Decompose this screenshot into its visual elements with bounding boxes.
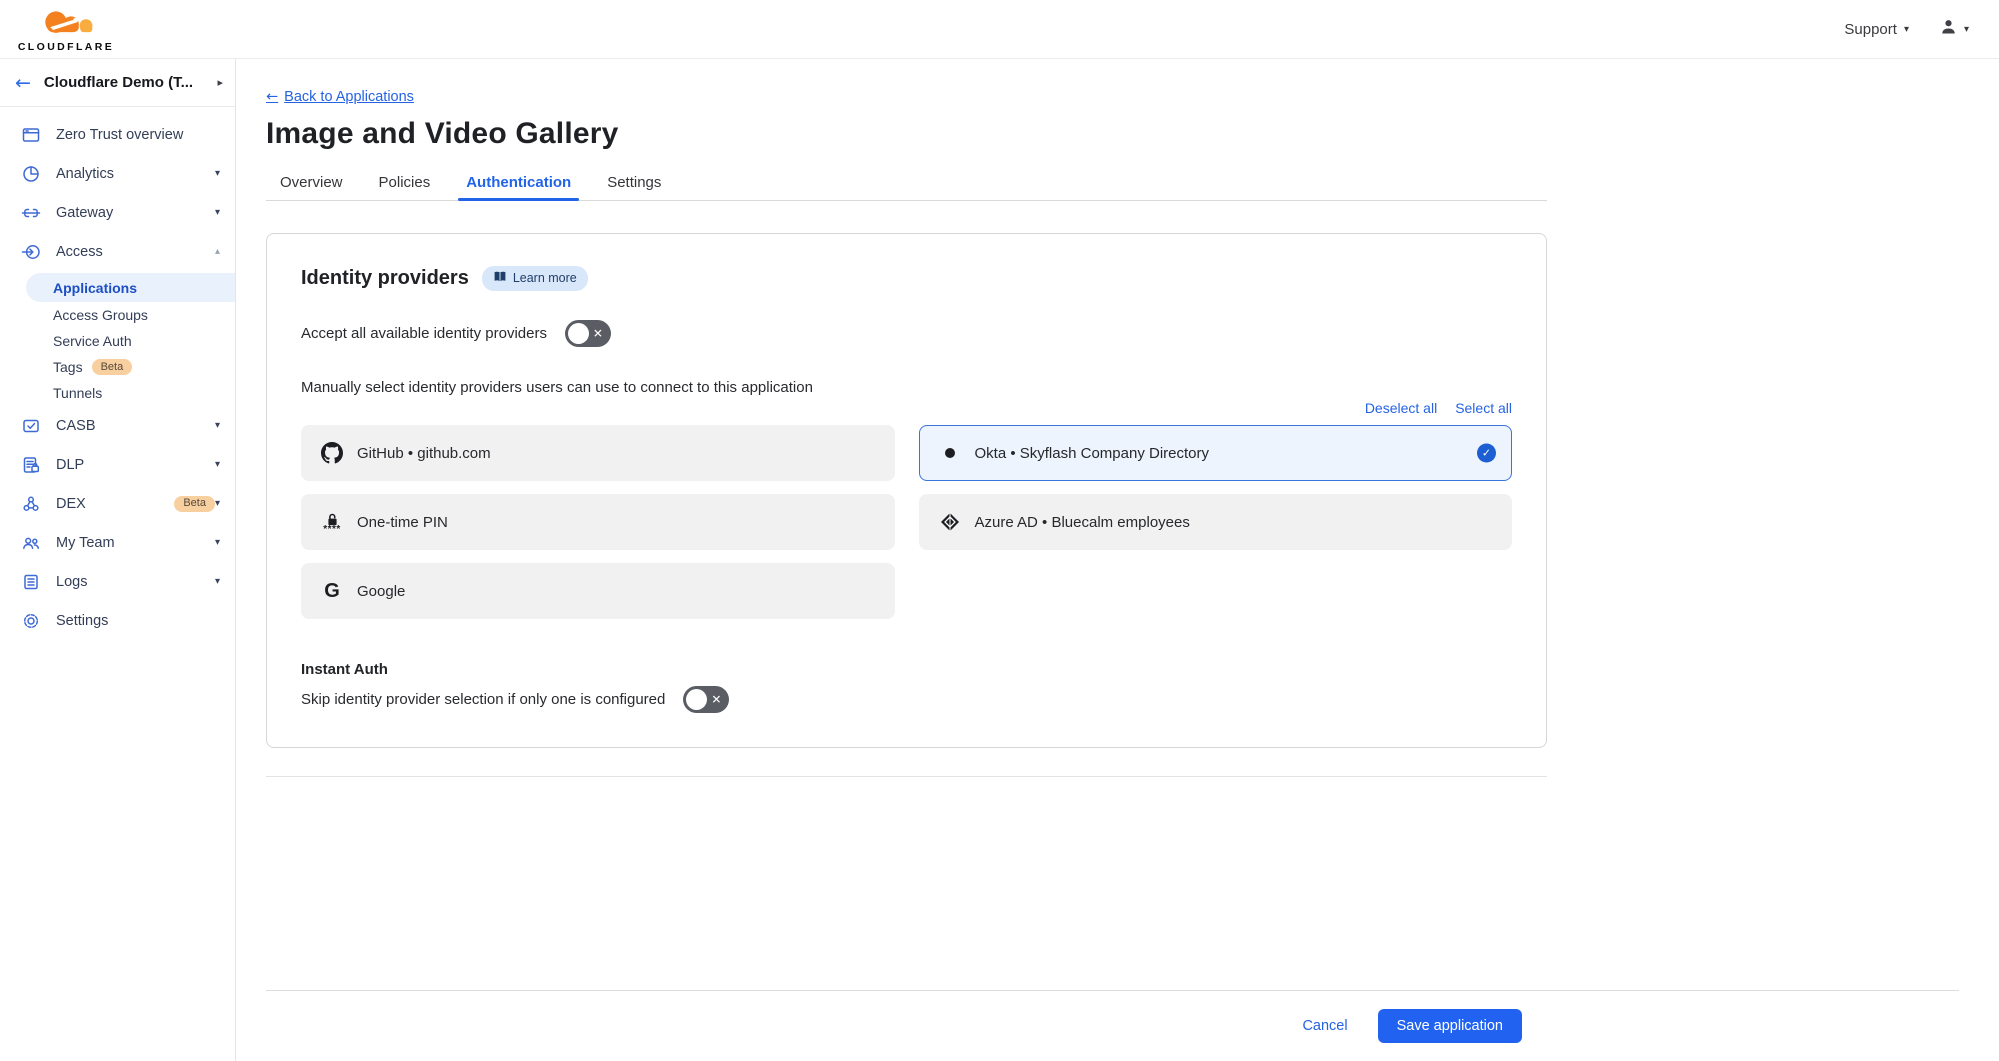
card-title: Identity providers (301, 267, 469, 290)
provider-azure-ad[interactable]: Azure AD • Bluecalm employees (919, 494, 1513, 550)
section-divider (266, 776, 1547, 777)
sidebar: ← Cloudflare Demo (T... ▸ Zero Trust ove… (0, 59, 236, 1061)
chevron-down-icon: ▾ (1964, 24, 1969, 35)
github-icon (320, 440, 344, 466)
sidebar-item-gateway[interactable]: Gateway ▾ (0, 193, 235, 232)
back-arrow-icon[interactable]: ← (15, 72, 31, 94)
provider-okta[interactable]: Okta • Skyflash Company Directory ✓ (919, 425, 1513, 481)
top-bar: CLOUDFLARE Support ▾ ▾ (0, 0, 1999, 59)
top-actions: Support ▾ ▾ (1844, 18, 1969, 41)
account-menu[interactable]: ▾ (1939, 18, 1969, 41)
chevron-down-icon[interactable]: ▾ (215, 207, 220, 218)
account-name[interactable]: Cloudflare Demo (T... (44, 74, 205, 91)
select-all-link[interactable]: Select all (1455, 400, 1512, 416)
azure-ad-icon (938, 509, 962, 535)
access-login-icon (21, 242, 43, 262)
main-content: ← Back to Applications Image and Video G… (236, 59, 1999, 1061)
accept-all-label: Accept all available identity providers (301, 325, 547, 342)
sidebar-item-applications[interactable]: Applications (26, 273, 235, 302)
chevron-down-icon[interactable]: ▾ (215, 537, 220, 548)
sidebar-item-settings[interactable]: Settings (0, 601, 235, 640)
sidebar-item-dex[interactable]: DEX Beta ▾ (0, 484, 235, 523)
one-time-pin-icon: **** (320, 509, 344, 535)
sidebar-item-access-groups[interactable]: Access Groups (0, 302, 235, 328)
pie-chart-icon (21, 164, 43, 184)
google-icon: G (320, 578, 344, 604)
cloudflare-cloud-icon (29, 5, 103, 40)
selected-check-icon: ✓ (1477, 444, 1496, 463)
casb-icon (21, 416, 43, 436)
back-to-applications-link[interactable]: ← Back to Applications (266, 89, 414, 105)
accept-all-toggle[interactable]: ✕ (565, 320, 611, 347)
sidebar-item-my-team[interactable]: My Team ▾ (0, 523, 235, 562)
cloudflare-logo[interactable]: CLOUDFLARE (14, 5, 118, 53)
tab-authentication[interactable]: Authentication (465, 168, 572, 200)
okta-icon (938, 440, 962, 466)
sidebar-item-tunnels[interactable]: Tunnels (0, 380, 235, 406)
learn-more-badge[interactable]: Learn more (482, 266, 588, 291)
user-icon (1939, 18, 1958, 41)
back-arrow-icon: ← (266, 89, 278, 105)
save-application-button[interactable]: Save application (1378, 1009, 1522, 1043)
chevron-down-icon[interactable]: ▾ (215, 498, 220, 509)
cancel-button[interactable]: Cancel (1302, 1018, 1347, 1034)
cloudflare-logo-text: CLOUDFLARE (18, 41, 114, 53)
toggle-knob (686, 689, 707, 710)
instant-auth-toggle[interactable]: ✕ (683, 686, 729, 713)
network-nodes-icon (21, 494, 43, 514)
chevron-up-icon[interactable]: ▴ (215, 246, 220, 257)
provider-github[interactable]: GitHub • github.com (301, 425, 895, 481)
support-label: Support (1844, 21, 1897, 38)
pin-stars: **** (323, 527, 341, 532)
identity-providers-card: Identity providers Learn more Accept all… (266, 233, 1547, 748)
chevron-down-icon[interactable]: ▾ (215, 576, 220, 587)
toggle-knob (568, 323, 589, 344)
chevron-right-icon[interactable]: ▸ (217, 76, 223, 89)
provider-google[interactable]: G Google (301, 563, 895, 619)
support-menu[interactable]: Support ▾ (1844, 21, 1909, 38)
page-title: Image and Video Gallery (266, 116, 1547, 152)
tab-bar: Overview Policies Authentication Setting… (266, 168, 1547, 201)
sidebar-nav: Zero Trust overview Analytics ▾ Gateway … (0, 107, 235, 640)
document-lock-icon (21, 455, 43, 475)
sidebar-item-service-auth[interactable]: Service Auth (0, 328, 235, 354)
sidebar-item-casb[interactable]: CASB ▾ (0, 406, 235, 445)
chevron-down-icon[interactable]: ▾ (215, 420, 220, 431)
sidebar-item-access[interactable]: Access ▴ (0, 232, 235, 271)
book-icon (493, 270, 507, 286)
beta-badge: Beta (92, 359, 133, 375)
instant-auth-title: Instant Auth (301, 661, 1512, 678)
sidebar-item-dlp[interactable]: DLP ▾ (0, 445, 235, 484)
sidebar-item-logs[interactable]: Logs ▾ (0, 562, 235, 601)
tab-settings[interactable]: Settings (606, 168, 662, 200)
browser-window-icon (21, 125, 43, 145)
chevron-down-icon[interactable]: ▾ (215, 459, 220, 470)
access-sub-list: Applications Access Groups Service Auth … (0, 271, 235, 406)
x-icon: ✕ (711, 692, 721, 706)
instant-auth-label: Skip identity provider selection if only… (301, 691, 665, 708)
sidebar-item-tags[interactable]: Tags Beta (0, 354, 235, 380)
provider-grid: GitHub • github.com Okta • Skyflash Comp… (301, 425, 1512, 619)
sidebar-account-header: ← Cloudflare Demo (T... ▸ (0, 59, 235, 107)
log-document-icon (21, 572, 43, 592)
provider-one-time-pin[interactable]: **** One-time PIN (301, 494, 895, 550)
gateway-icon (21, 203, 43, 223)
chevron-down-icon[interactable]: ▾ (215, 168, 220, 179)
deselect-all-link[interactable]: Deselect all (1365, 400, 1437, 416)
sidebar-item-analytics[interactable]: Analytics ▾ (0, 154, 235, 193)
x-icon: ✕ (593, 326, 603, 340)
tab-overview[interactable]: Overview (279, 168, 344, 200)
chevron-down-icon: ▾ (1904, 24, 1909, 35)
footer-action-bar: Cancel Save application (266, 990, 1959, 1061)
tab-policies[interactable]: Policies (378, 168, 432, 200)
people-icon (21, 533, 43, 553)
beta-badge: Beta (174, 496, 215, 512)
manual-select-hint: Manually select identity providers users… (301, 379, 1512, 396)
sidebar-item-zero-trust-overview[interactable]: Zero Trust overview (0, 115, 235, 154)
gear-icon (21, 611, 43, 631)
